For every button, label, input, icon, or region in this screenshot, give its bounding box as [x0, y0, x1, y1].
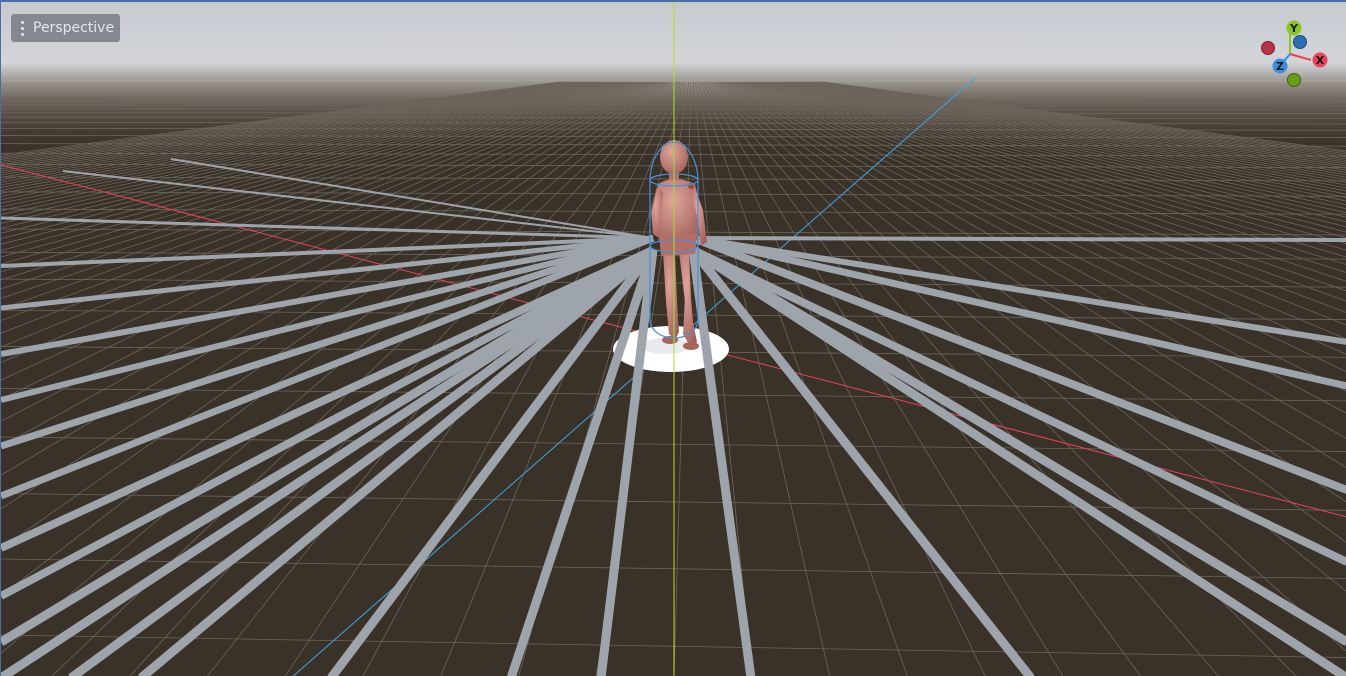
gizmo-x-handle[interactable]: X	[1312, 52, 1328, 68]
gizmo-z-handle[interactable]: Z	[1272, 58, 1288, 74]
gizmo-neg-x-handle[interactable]	[1261, 41, 1275, 55]
orientation-gizmo[interactable]: Y X Z	[1252, 16, 1332, 96]
gizmo-x-label: X	[1316, 54, 1325, 67]
gizmo-z-label: Z	[1276, 60, 1284, 73]
kebab-menu-icon	[11, 14, 33, 42]
gizmo-neg-z-handle[interactable]	[1293, 35, 1307, 49]
scene-canvas[interactable]	[1, 2, 1346, 676]
perspective-view-menu-button[interactable]: Perspective	[11, 14, 121, 42]
ray-line	[692, 236, 1346, 242]
gizmo-y-handle[interactable]: Y	[1286, 20, 1302, 36]
gizmo-y-label: Y	[1289, 22, 1299, 35]
perspective-label: Perspective	[33, 20, 115, 36]
gizmo-neg-y-handle[interactable]	[1287, 73, 1301, 87]
3d-viewport[interactable]: Perspective Y X Z	[0, 0, 1346, 676]
